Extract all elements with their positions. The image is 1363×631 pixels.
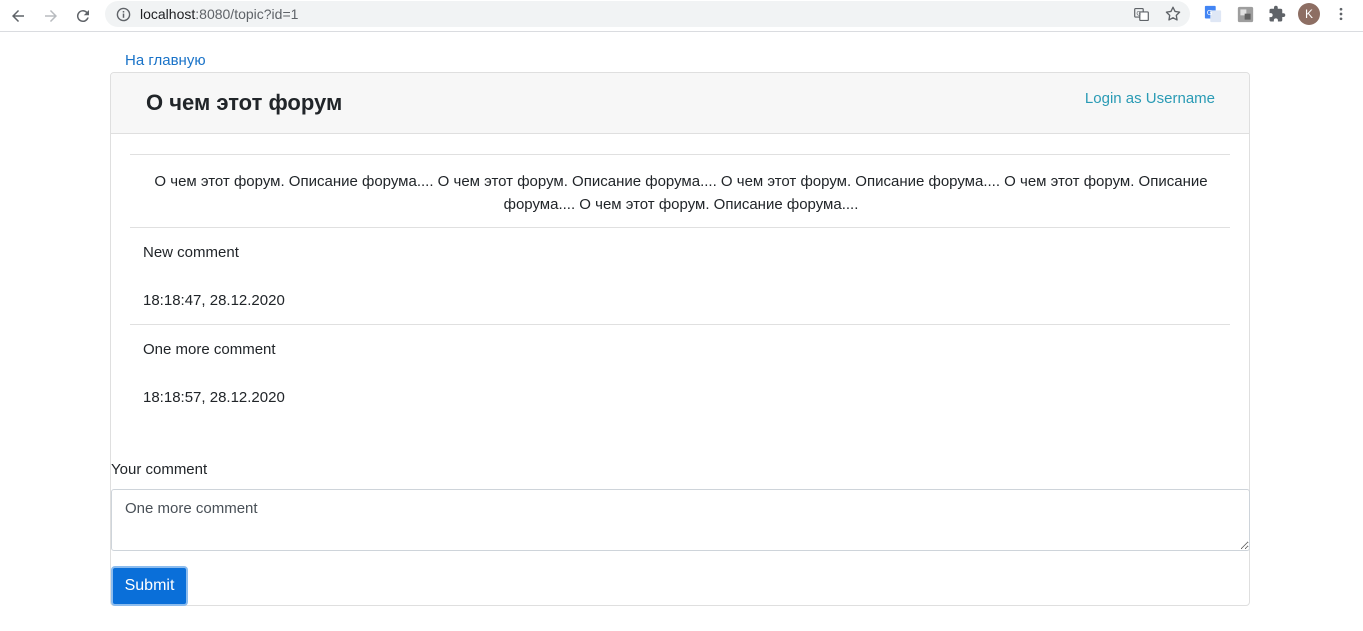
star-icon[interactable] bbox=[1163, 4, 1183, 24]
home-link[interactable]: На главную bbox=[125, 52, 206, 69]
menu-icon[interactable] bbox=[1331, 4, 1351, 24]
comment-timestamp: 18:18:57, 28.12.2020 bbox=[143, 389, 285, 406]
topic-description: О чем этот форум. Описание форума.... О … bbox=[154, 173, 1208, 213]
comment-label: Your comment bbox=[111, 461, 208, 478]
info-icon[interactable] bbox=[116, 7, 131, 22]
google-translate-extension-icon[interactable]: G bbox=[1203, 4, 1223, 24]
comment-input[interactable]: One more comment bbox=[111, 489, 1250, 551]
comment-timestamp: 18:18:47, 28.12.2020 bbox=[143, 292, 285, 309]
browser-toolbar: localhost:8080/topic?id=1 G G K bbox=[0, 0, 1363, 32]
svg-text:G: G bbox=[1136, 10, 1141, 17]
card-header: О чем этот форум Login as Username bbox=[111, 73, 1249, 134]
comment-text: One more comment bbox=[143, 341, 276, 358]
extension-icon[interactable] bbox=[1235, 4, 1255, 24]
back-icon[interactable] bbox=[5, 3, 31, 29]
url-path: :8080/topic?id=1 bbox=[195, 6, 299, 22]
login-link[interactable]: Login as Username bbox=[1085, 90, 1215, 107]
profile-avatar[interactable]: K bbox=[1298, 3, 1320, 25]
divider bbox=[130, 324, 1230, 325]
reload-icon[interactable] bbox=[70, 3, 96, 29]
divider bbox=[130, 227, 1230, 228]
url-host: localhost bbox=[140, 6, 196, 22]
svg-text:G: G bbox=[1207, 8, 1213, 17]
url-text: localhost:8080/topic?id=1 bbox=[140, 6, 298, 22]
forward-icon[interactable] bbox=[38, 3, 64, 29]
page-title: О чем этот форум bbox=[146, 90, 343, 115]
translate-icon[interactable]: G bbox=[1131, 4, 1151, 24]
comment-text: New comment bbox=[143, 244, 239, 261]
puzzle-icon[interactable] bbox=[1267, 4, 1287, 24]
submit-button[interactable]: Submit bbox=[111, 566, 188, 606]
divider bbox=[130, 154, 1230, 155]
topic-card: О чем этот форум Login as Username О чем… bbox=[110, 72, 1250, 606]
address-bar[interactable]: localhost:8080/topic?id=1 bbox=[105, 1, 1190, 27]
